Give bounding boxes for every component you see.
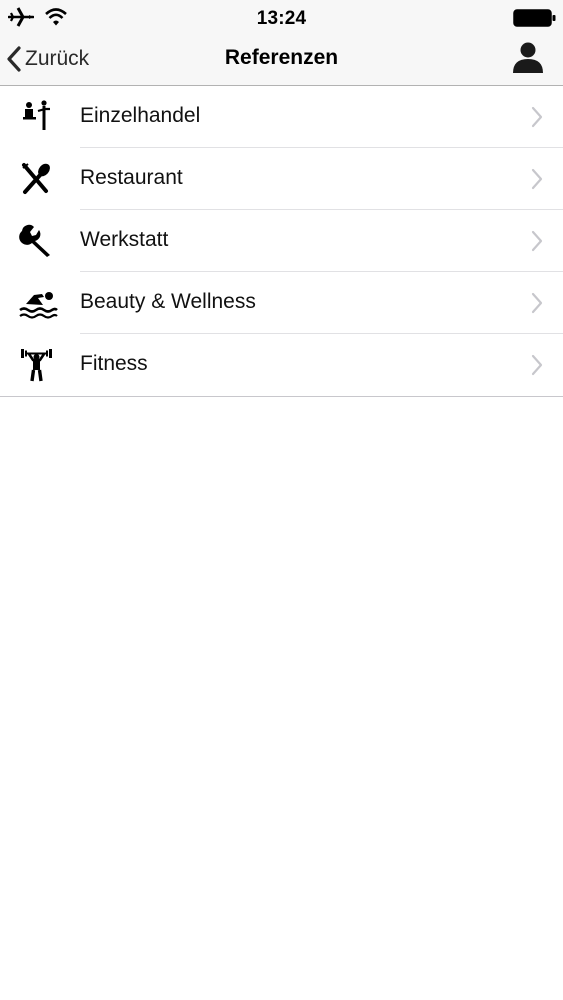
list-item-label: Werkstatt xyxy=(80,228,169,251)
status-time: 13:24 xyxy=(256,8,307,29)
list-item-fitness[interactable]: Fitness xyxy=(0,334,563,396)
fork-knife-icon xyxy=(22,163,50,194)
category-list: Einzelhandel Restaurant Werkstatt Beauty… xyxy=(0,86,563,397)
person-icon xyxy=(513,42,543,73)
status-right xyxy=(513,9,557,32)
retail-icon xyxy=(23,100,50,130)
navigation-bar: Zurück Referenzen xyxy=(0,36,563,86)
chevron-right-icon xyxy=(531,230,543,252)
list-item-beauty-wellness[interactable]: Beauty & Wellness xyxy=(0,272,563,334)
wrench-icon xyxy=(19,224,50,257)
list-item-label: Fitness xyxy=(80,352,148,375)
page-title: Referenzen xyxy=(224,46,339,69)
list-item-einzelhandel[interactable]: Einzelhandel xyxy=(0,86,563,148)
list-item-label: Beauty & Wellness xyxy=(80,290,256,313)
swimmer-icon xyxy=(19,292,58,319)
weightlifter-icon xyxy=(21,349,52,382)
list-item-restaurant[interactable]: Restaurant xyxy=(0,148,563,210)
list-item-werkstatt[interactable]: Werkstatt xyxy=(0,210,563,272)
status-bar: 13:24 xyxy=(0,0,563,36)
battery-icon xyxy=(513,9,556,27)
chevron-right-icon xyxy=(531,292,543,314)
profile-button[interactable] xyxy=(511,40,545,74)
list-item-label: Einzelhandel xyxy=(80,104,201,127)
chevron-right-icon xyxy=(531,168,543,190)
chevron-right-icon xyxy=(531,354,543,376)
list-item-label: Restaurant xyxy=(80,166,183,189)
chevron-right-icon xyxy=(531,106,543,128)
